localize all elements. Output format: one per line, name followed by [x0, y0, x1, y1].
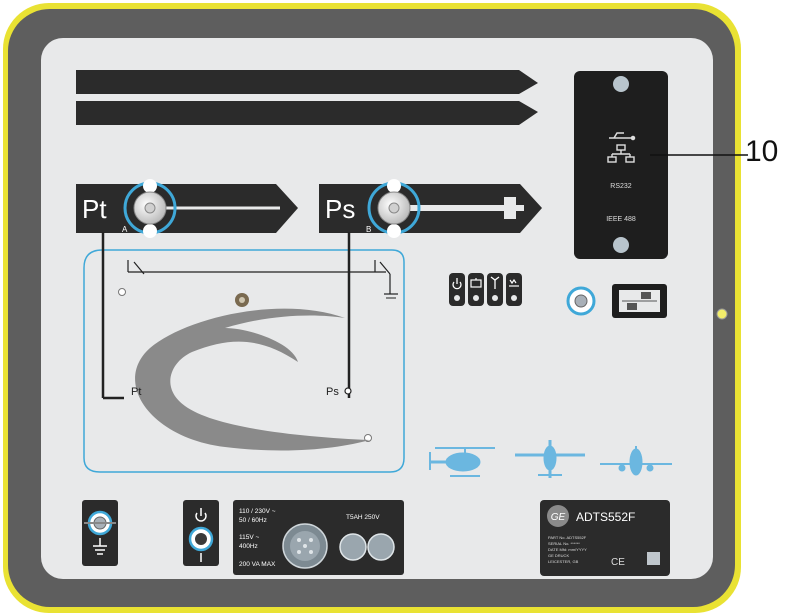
fuse-holder-2[interactable]	[367, 533, 395, 561]
schematic-screw-left	[118, 288, 126, 296]
ps-pipe-label: Ps	[326, 386, 339, 398]
nameplate: GE ADTS552F PART No. ADTS552F SERIAL No.…	[540, 500, 670, 576]
earth-terminal	[82, 500, 118, 566]
gear-fitting-icon	[235, 293, 249, 307]
ce-mark: CE	[611, 557, 625, 568]
voltage-label-1: 110 / 230V ~	[239, 508, 276, 515]
nameplate-line-5: LEICESTER, GB	[548, 559, 579, 564]
ge-logo-text: GE	[551, 512, 566, 523]
pt-pipe-label: Pt	[131, 386, 141, 398]
pt-port-sub: A	[122, 225, 128, 234]
nameplate-line-3: DATE Mfd: mm/YYYY	[548, 547, 587, 552]
voltage-label-2: 115V ~	[239, 534, 260, 541]
ieee488-label: IEEE 488	[606, 216, 636, 223]
nameplate-line-4: GE DRUCK	[548, 553, 569, 558]
rocker-switch[interactable]	[612, 284, 667, 318]
adts-front-panel-diagram: RS232 IEEE 488 Pt A Ps B Pt Ps 110 / 230…	[3, 3, 748, 613]
rs232-label: RS232	[610, 183, 632, 190]
pt-port-label: Pt	[82, 194, 107, 224]
top-stripe-1	[76, 70, 538, 94]
power-inlet-panel: 110 / 230V ~ 50 / 60Hz 115V ~ 400Hz 200 …	[233, 500, 404, 575]
round-push-button[interactable]	[566, 286, 596, 316]
frequency-label-1: 50 / 60Hz	[239, 517, 267, 524]
status-led-leak	[511, 295, 517, 301]
pt-port-group: Pt A	[76, 179, 298, 238]
frequency-label-2: 400Hz	[239, 543, 258, 550]
status-led-service	[492, 295, 498, 301]
card-screw-bottom	[613, 237, 629, 253]
case-screw	[716, 308, 728, 320]
status-led-battery	[473, 295, 479, 301]
power-button-panel	[183, 500, 219, 566]
ps-port-label: Ps	[325, 194, 355, 224]
nameplate-line-2: SERIAL No. ******	[548, 541, 580, 546]
model-label: ADTS552F	[576, 510, 635, 524]
ps-port-group: Ps B	[319, 179, 542, 238]
nameplate-square-mark	[647, 552, 660, 565]
power-max-label: 200 VA MAX	[239, 561, 276, 568]
status-led-power	[454, 295, 460, 301]
nameplate-line-1: PART No. ADTS552F	[548, 535, 587, 540]
top-stripe-2	[76, 101, 538, 125]
callout-number: 10	[745, 135, 779, 168]
fuse-rating-label: T5AH 250V	[346, 514, 380, 521]
fuse-holder-1[interactable]	[339, 533, 367, 561]
card-screw-top	[613, 76, 629, 92]
ps-port-sub: B	[366, 225, 371, 234]
connector-card: RS232 IEEE 488	[574, 71, 668, 259]
